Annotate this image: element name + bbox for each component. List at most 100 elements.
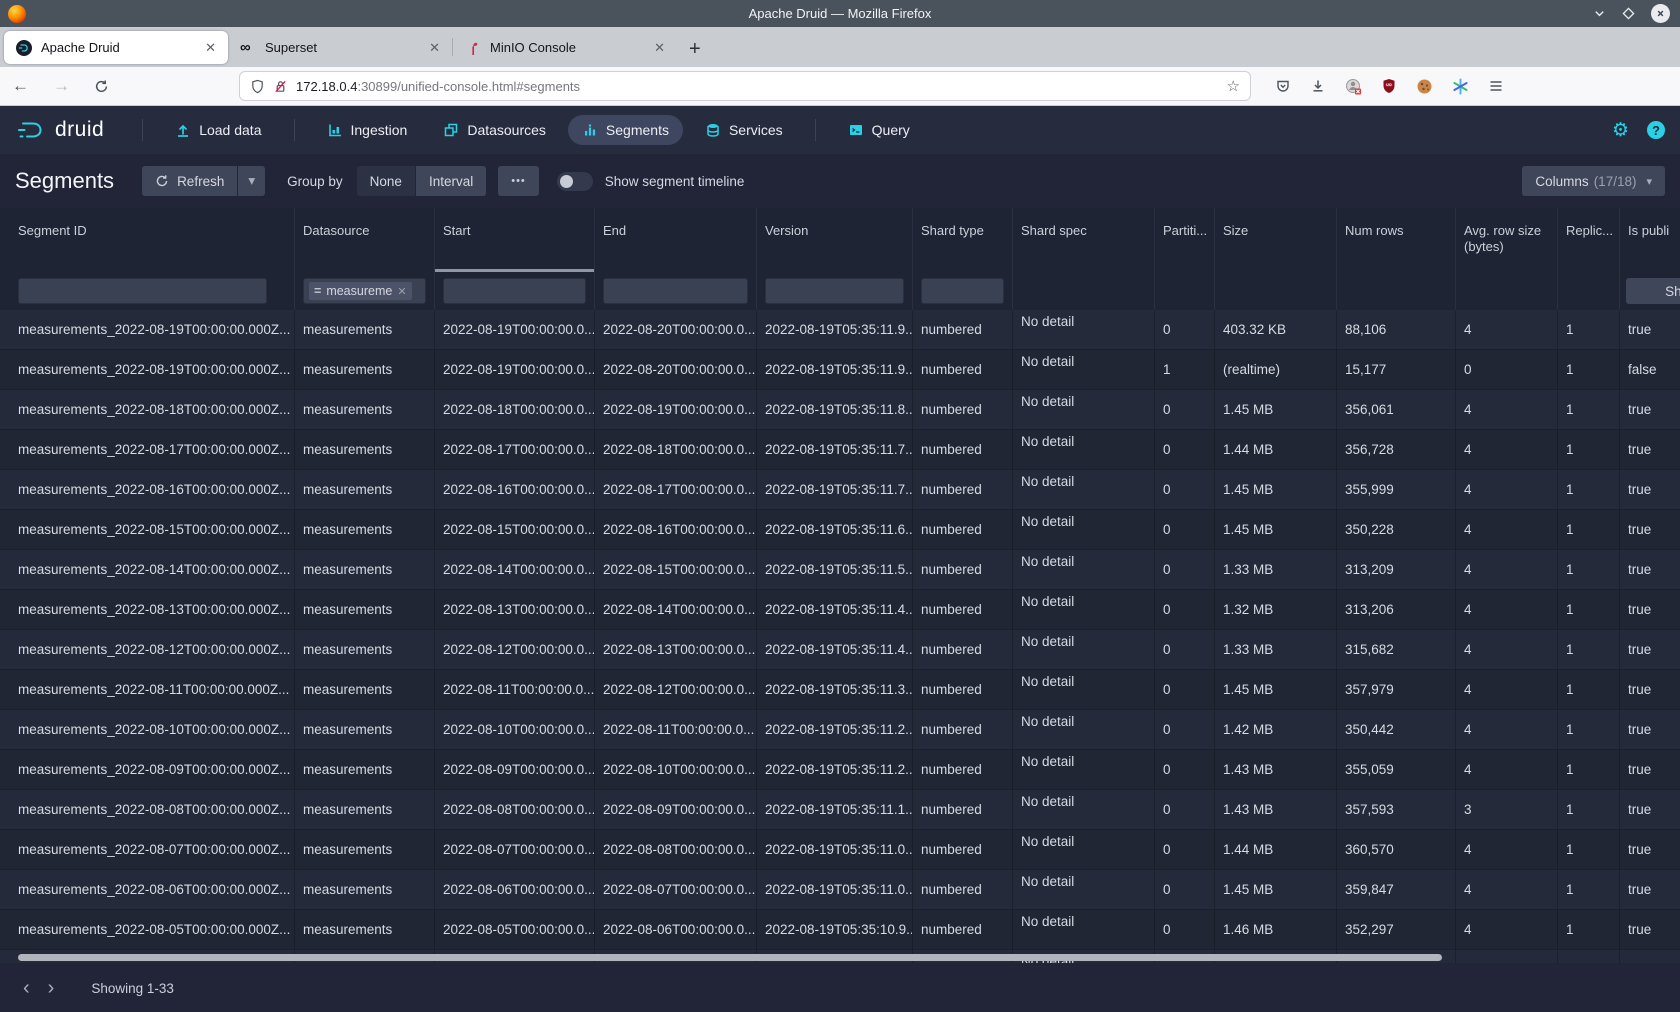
column-header-datasource[interactable]: Datasource — [295, 208, 435, 272]
window-maximize-icon[interactable] — [1622, 7, 1635, 20]
tab-close-icon[interactable]: ✕ — [201, 38, 220, 58]
druid-brand[interactable]: druid — [15, 118, 104, 142]
extension-disabled-icon[interactable] — [1345, 78, 1362, 95]
tab-title: Apache Druid — [41, 40, 201, 55]
cell-num_rows: 357,593 — [1337, 790, 1456, 829]
cookie-extension-icon[interactable] — [1416, 78, 1433, 95]
cell-datasource: measurements — [295, 590, 435, 629]
column-header-size[interactable]: Size — [1215, 208, 1337, 272]
insecure-lock-icon[interactable] — [273, 79, 288, 94]
nav-item-segments[interactable]: Segments — [568, 115, 683, 145]
filter-cell-num_rows — [1337, 272, 1456, 310]
pocket-icon[interactable] — [1275, 78, 1291, 94]
tracking-shield-icon[interactable] — [250, 79, 265, 94]
columns-dropdown-button[interactable]: Columns (17/18) ▾ — [1522, 166, 1665, 196]
nav-item-query[interactable]: Query — [834, 115, 924, 145]
refresh-caret-button[interactable]: ▾ — [238, 166, 265, 196]
cell-size: 1.43 MB — [1215, 750, 1337, 789]
column-header-version[interactable]: Version — [757, 208, 913, 272]
cell-is_published: true — [1620, 790, 1680, 829]
group-by-none-button[interactable]: None — [357, 166, 415, 196]
cell-size: 1.45 MB — [1215, 670, 1337, 709]
column-header-avg_row_size[interactable]: Avg. row size (bytes) — [1456, 208, 1558, 272]
cell-version: 2022-08-19T05:35:11.9... — [757, 310, 913, 349]
cell-version: 2022-08-19T05:35:11.4... — [757, 630, 913, 669]
nav-item-datasources[interactable]: Datasources — [429, 115, 560, 145]
window-close-icon[interactable] — [1651, 4, 1670, 23]
tag-remove-icon[interactable]: ✕ — [397, 285, 406, 298]
column-header-replication[interactable]: Replic... — [1558, 208, 1620, 272]
cell-num_rows: 352,297 — [1337, 910, 1456, 949]
cell-is_published: true — [1620, 470, 1680, 509]
url-bar[interactable]: 172.18.0.4:30899/unified-console.html#se… — [239, 71, 1251, 101]
nav-item-services[interactable]: Services — [691, 115, 797, 145]
column-header-start[interactable]: Start — [435, 208, 595, 272]
previous-page-button[interactable]: ‹ — [14, 978, 39, 998]
refresh-label: Refresh — [177, 174, 224, 189]
column-header-end[interactable]: End — [595, 208, 757, 272]
window-minimize-icon[interactable] — [1593, 7, 1606, 20]
tab-apache-druid[interactable]: Apache Druid ✕ — [4, 31, 228, 64]
cell-segment_id: measurements_2022-08-10T00:00:00.000Z... — [0, 710, 295, 749]
cell-datasource: measurements — [295, 790, 435, 829]
cell-version: 2022-08-19T05:35:11.8... — [757, 390, 913, 429]
column-header-partition[interactable]: Partiti... — [1155, 208, 1215, 272]
reload-button[interactable] — [82, 79, 121, 94]
column-header-shard_type[interactable]: Shard type — [913, 208, 1013, 272]
tab-superset[interactable]: ∞ Superset ✕ — [228, 31, 452, 64]
column-header-shard_spec[interactable]: Shard spec — [1013, 208, 1155, 272]
tab-minio-console[interactable]: MinIO Console ✕ — [453, 31, 677, 64]
datasources-icon — [443, 122, 459, 138]
cell-start: 2022-08-08T00:00:00.0... — [435, 790, 595, 829]
table-row: measurements_2022-08-18T00:00:00.000Z...… — [0, 390, 1680, 430]
cell-start: 2022-08-06T00:00:00.0... — [435, 870, 595, 909]
downloads-icon[interactable] — [1310, 78, 1326, 94]
more-options-button[interactable]: ••• — [498, 166, 539, 196]
cell-size: 1.43 MB — [1215, 790, 1337, 829]
show-filter-button[interactable]: Show — [1626, 278, 1680, 304]
column-header-num_rows[interactable]: Num rows — [1337, 208, 1456, 272]
cell-datasource: measurements — [295, 430, 435, 469]
forward-button[interactable]: → — [41, 76, 82, 96]
filter-input-segment_id[interactable] — [18, 278, 267, 304]
group-by-interval-button[interactable]: Interval — [416, 166, 486, 196]
settings-gear-icon[interactable]: ⚙ — [1612, 121, 1629, 140]
horizontal-scrollbar[interactable] — [18, 954, 1442, 961]
cell-avg_row_size: 4 — [1456, 470, 1558, 509]
cell-num_rows: 355,999 — [1337, 470, 1456, 509]
filter-input-shard_type[interactable] — [921, 278, 1004, 304]
ublock-origin-icon[interactable]: UO — [1381, 78, 1397, 94]
cell-datasource: measurements — [295, 390, 435, 429]
refresh-button[interactable]: Refresh — [142, 166, 237, 196]
filter-input-end[interactable] — [603, 278, 748, 304]
menu-hamburger-icon[interactable] — [1488, 78, 1504, 94]
cell-end: 2022-08-17T00:00:00.0... — [595, 470, 757, 509]
column-header-segment_id[interactable]: Segment ID — [0, 208, 295, 272]
filter-input-datasource[interactable]: =measureme✕ — [303, 278, 426, 304]
nav-item-ingestion[interactable]: Ingestion — [313, 115, 422, 145]
column-header-is_published[interactable]: Is publi — [1620, 208, 1680, 272]
showing-count: Showing 1-33 — [91, 981, 174, 996]
filter-input-start[interactable] — [443, 278, 586, 304]
bookmark-star-icon[interactable]: ☆ — [1227, 77, 1240, 95]
segments-table: Segment IDDatasourceStartEndVersionShard… — [0, 208, 1680, 963]
cell-size: 1.33 MB — [1215, 550, 1337, 589]
cell-datasource: measurements — [295, 350, 435, 389]
datasource-filter-tag[interactable]: =measureme✕ — [309, 282, 412, 300]
help-icon[interactable]: ? — [1647, 121, 1665, 139]
next-page-button[interactable]: › — [39, 978, 64, 998]
columns-label: Columns — [1535, 174, 1588, 189]
cell-size: 1.44 MB — [1215, 430, 1337, 469]
back-button[interactable]: ← — [0, 76, 41, 96]
asterisk-extension-icon[interactable] — [1452, 78, 1469, 95]
tab-close-icon[interactable]: ✕ — [650, 38, 669, 58]
cell-end: 2022-08-13T00:00:00.0... — [595, 630, 757, 669]
filter-input-version[interactable] — [765, 278, 904, 304]
cell-replication: 1 — [1558, 870, 1620, 909]
nav-item-load-data[interactable]: Load data — [161, 115, 275, 145]
table-row: measurements_2022-08-16T00:00:00.000Z...… — [0, 470, 1680, 510]
tab-close-icon[interactable]: ✕ — [425, 38, 444, 58]
table-header-row: Segment IDDatasourceStartEndVersionShard… — [0, 208, 1680, 272]
segment-timeline-toggle[interactable] — [557, 172, 593, 191]
new-tab-button[interactable]: + — [677, 38, 713, 67]
